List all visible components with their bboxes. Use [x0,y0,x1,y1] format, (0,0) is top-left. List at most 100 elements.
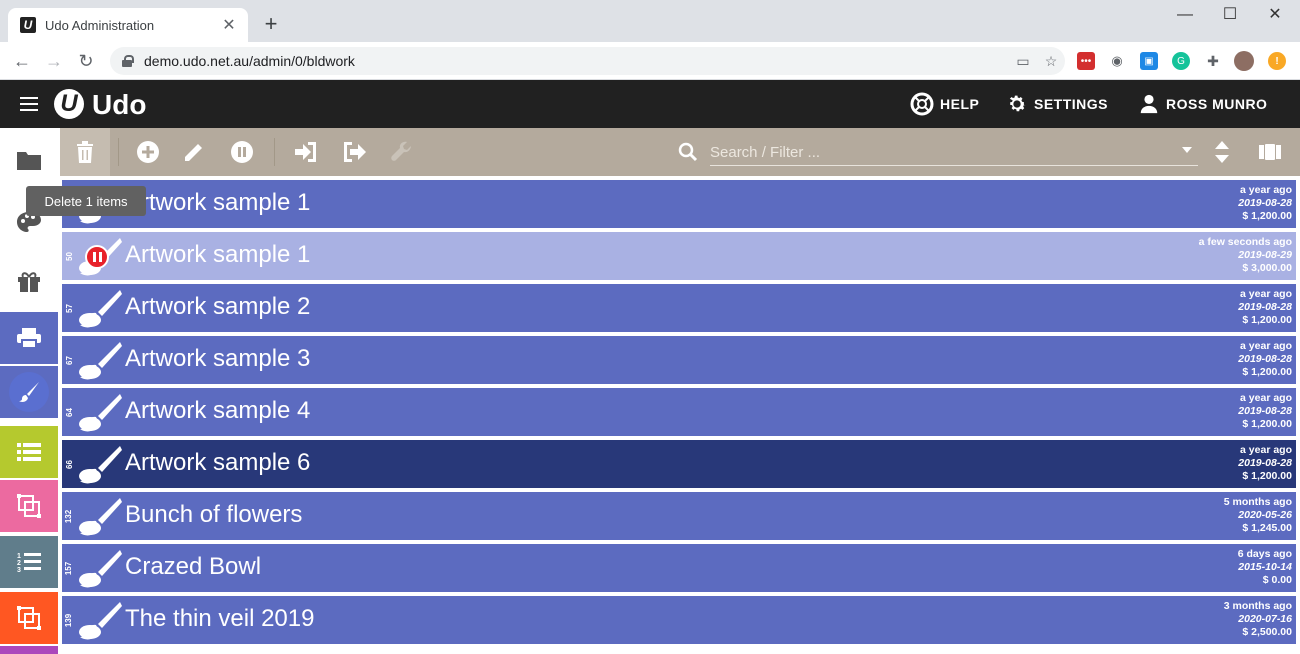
update-alert-icon[interactable]: ! [1268,52,1286,70]
add-button[interactable] [134,138,162,166]
row-id: 157 [64,561,74,575]
import-button[interactable] [292,138,320,166]
brush-icon [76,288,122,328]
tools-button[interactable] [388,138,416,166]
sidebar-item-partial[interactable] [0,646,58,654]
omnibox[interactable]: demo.udo.net.au/admin/0/bldwork ▭ ☆ [110,47,1065,75]
sidebar-item-crop-pink[interactable] [0,480,58,532]
maximize-icon[interactable]: ☐ [1207,4,1253,26]
table-row[interactable]: 132 Bunch of flowers 5 months ago 2020-05-2… [62,492,1296,540]
row-id: 139 [64,613,74,627]
pencil-icon [185,144,202,161]
pause-button[interactable] [228,138,256,166]
row-meta: a year ago 2019-08-28 $ 1,200.00 [1238,340,1292,379]
wrench-icon [391,141,411,161]
row-price: $ 0.00 [1262,574,1292,586]
cast-icon[interactable]: ▭ [1009,53,1037,70]
columns-button[interactable] [1256,138,1284,166]
table-row[interactable]: 157 Crazed Bowl 6 days ago 2015-10-14 $ 0.00 [62,544,1296,592]
table-row[interactable]: 57 Artwork sample 2 a year ago 2019-08-28 $ … [62,284,1296,332]
extension-blue-icon[interactable]: ▣ [1140,52,1158,70]
printer-icon [17,328,41,349]
extension-lastpass-icon[interactable]: ••• [1077,52,1095,70]
sign-in-icon [295,142,316,162]
user-menu-button[interactable]: ROSS MUNRO [1138,92,1267,116]
table-row[interactable]: 67 Artwork sample 3 a year ago 2019-08-28 $ … [62,336,1296,384]
sidebar-item-numbered-list[interactable]: 123 [0,536,58,588]
extensions-puzzle-icon[interactable]: ✚ [1204,52,1222,70]
search-input[interactable] [710,140,1198,166]
row-price: $ 1,200.00 [1242,314,1292,326]
close-tab-icon[interactable]: ✕ [220,15,238,35]
url-text[interactable]: demo.udo.net.au/admin/0/bldwork [144,53,1009,69]
table-row[interactable]: Artwork sample 1 a year ago 2019-08-28 $ 1,… [62,180,1296,228]
row-relative-time: a year ago [1240,288,1292,300]
row-id: 132 [64,509,74,523]
search-filter [678,138,1198,166]
edit-button[interactable] [180,138,208,166]
user-icon [1140,94,1158,114]
table-row[interactable]: 64 Artwork sample 4 a year ago 2019-08-28 $ … [62,388,1296,436]
gift-icon [18,272,40,292]
extension-grammarly-icon[interactable]: G [1172,52,1190,70]
row-date: 2019-08-28 [1238,457,1292,469]
browser-tab-title: Udo Administration [45,17,155,33]
export-button[interactable] [340,138,368,166]
sort-button[interactable] [1208,138,1236,166]
row-relative-time: a year ago [1240,392,1292,404]
table-row[interactable]: 66 Artwork sample 6 a year ago 2019-08-28 $ … [62,440,1296,488]
columns-icon [1259,144,1281,160]
bookmark-star-icon[interactable]: ☆ [1037,53,1065,70]
row-date: 2015-10-14 [1238,561,1292,573]
toolbar-separator [274,138,275,166]
row-date: 2020-07-16 [1238,613,1292,625]
sidebar-item-artwork[interactable] [0,366,58,418]
table-row[interactable]: 50 Artwork sample 1 a few seconds ago 2019-… [62,232,1296,280]
sidebar-item-printing[interactable] [0,312,58,364]
trash-icon [77,141,93,163]
forward-icon[interactable]: → [42,49,66,73]
row-meta: 3 months ago 2020-07-16 $ 2,500.00 [1224,600,1292,639]
brush-icon [19,382,39,402]
active-indicator [9,372,49,412]
menu-icon[interactable] [20,97,38,111]
row-title: Crazed Bowl [125,553,262,580]
udo-logo-icon: U [54,89,84,119]
svg-text:1: 1 [17,553,21,560]
sidebar-item-list[interactable] [0,426,58,478]
settings-label: SETTINGS [1034,96,1109,112]
row-meta: a few seconds ago 2019-08-29 $ 3,000.00 [1199,236,1292,275]
row-relative-time: a year ago [1240,444,1292,456]
delete-button[interactable] [71,138,99,166]
close-window-icon[interactable]: ✕ [1252,4,1298,26]
brush-icon [76,496,122,536]
help-label: HELP [940,96,980,112]
crop-icon [17,494,41,518]
back-icon[interactable]: ← [10,49,34,73]
row-id: 50 [64,251,74,261]
chevron-down-icon[interactable] [1182,147,1192,153]
reload-icon[interactable]: ↻ [74,49,98,73]
brush-icon [76,600,122,640]
settings-button[interactable]: SETTINGS [1006,92,1108,116]
sidebar-item-crop-orange[interactable] [0,592,58,644]
browser-tab[interactable]: U Udo Administration ✕ [8,8,248,42]
new-tab-icon[interactable]: + [258,12,284,38]
row-relative-time: a year ago [1240,184,1292,196]
help-button[interactable]: HELP [910,92,979,116]
row-date: 2019-08-28 [1238,197,1292,209]
row-id: 57 [64,303,74,313]
sidebar-item-folders[interactable] [0,134,58,186]
row-title: Bunch of flowers [125,501,303,528]
gear-icon [1009,95,1026,112]
table-row[interactable]: 139 The thin veil 2019 3 months ago 2020-07… [62,596,1296,644]
row-meta: a year ago 2019-08-28 $ 1,200.00 [1238,392,1292,431]
extension-camera-icon[interactable]: ◉ [1108,52,1126,70]
profile-avatar[interactable] [1234,51,1254,71]
sidebar-item-gifts[interactable] [0,256,58,308]
action-toolbar [60,128,1300,176]
row-relative-time: 6 days ago [1237,548,1292,560]
minimize-icon[interactable]: — [1162,4,1208,26]
row-id: 64 [64,407,74,417]
browser-tabstrip: U Udo Administration ✕ + — ☐ ✕ [0,0,1300,42]
